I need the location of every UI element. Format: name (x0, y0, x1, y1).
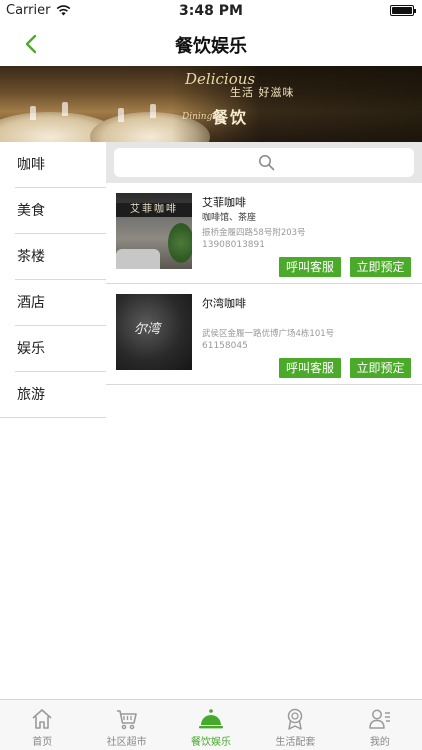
shop-photo: 艾菲咖啡 (116, 193, 192, 269)
banner-glass-graphic (118, 108, 124, 122)
search-bar (106, 142, 422, 183)
tab-label: 我的 (369, 737, 390, 748)
book-now-button[interactable]: 立即预定 (350, 358, 411, 378)
tab-mine[interactable]: 我的 (338, 700, 422, 750)
battery-icon (390, 5, 416, 16)
shop-list-item[interactable]: 艾菲咖啡 艾菲咖啡 咖啡馆、茶座 振桥金履四路58号附203号 13908013… (106, 183, 422, 284)
profile-icon (369, 709, 390, 729)
category-item-teahouse[interactable]: 茶楼 (0, 234, 106, 280)
cart-icon (116, 710, 137, 730)
search-icon (259, 155, 275, 171)
shop-phone: 13908013891 (202, 240, 265, 250)
nav-bar: 餐饮娱乐 (0, 22, 422, 66)
banner-tagline: 生活 好滋味 (230, 86, 295, 99)
tab-label: 餐饮娱乐 (191, 737, 232, 748)
banner-image: Delicious 生活 好滋味 Dining 餐饮 (0, 66, 422, 142)
shop-photo-car (116, 249, 160, 269)
shop-photo-logo: 尔湾 (134, 322, 161, 337)
tab-dining-entertainment[interactable]: 餐饮娱乐 (169, 700, 253, 750)
category-item-hotel[interactable]: 酒店 (0, 280, 106, 326)
shop-photo-tree (168, 223, 192, 263)
call-service-button[interactable]: 呼叫客服 (279, 358, 341, 378)
shop-name: 尔湾咖啡 (202, 297, 246, 310)
tab-label: 社区超市 (106, 737, 147, 748)
shop-photo: 尔湾 (116, 294, 192, 370)
tab-life-services[interactable]: 生活配套 (253, 700, 337, 750)
book-now-button[interactable]: 立即预定 (350, 257, 411, 277)
category-item-food[interactable]: 美食 (0, 188, 106, 234)
search-input[interactable] (114, 148, 414, 177)
banner-dining-text: Dining (182, 112, 213, 122)
shop-address: 武侯区金履一路优博广场4栋101号 (202, 329, 335, 339)
category-item-coffee[interactable]: 咖啡 (0, 142, 106, 188)
tab-bar: 首页 社区超市 餐饮娱乐 生活配套 我的 (0, 699, 422, 750)
call-service-button[interactable]: 呼叫客服 (279, 257, 341, 277)
shop-tags: 咖啡馆、茶座 (202, 213, 257, 223)
banner-glass-graphic (62, 102, 68, 116)
shop-list-item[interactable]: 尔湾 尔湾咖啡 武侯区金履一路优博广场4栋101号 61158045 呼叫客服 … (106, 284, 422, 385)
status-time: 3:48 PM (179, 3, 243, 19)
home-icon (32, 709, 52, 729)
tab-community-market[interactable]: 社区超市 (84, 700, 168, 750)
shop-photo-sign: 艾菲咖啡 (116, 203, 192, 217)
tab-label: 生活配套 (275, 737, 316, 748)
banner-glass-graphic (150, 104, 156, 118)
category-item-travel[interactable]: 旅游 (0, 372, 106, 418)
category-menu: 咖啡 美食 茶楼 酒店 娱乐 旅游 (0, 142, 106, 418)
dish-cover-icon (199, 709, 224, 729)
shop-name: 艾菲咖啡 (202, 196, 246, 209)
tab-label: 首页 (32, 737, 53, 748)
banner-chinese-text: 餐饮 (212, 108, 249, 127)
category-item-entertainment[interactable]: 娱乐 (0, 326, 106, 372)
badge-icon (288, 708, 303, 730)
tab-home[interactable]: 首页 (0, 700, 84, 750)
shop-list-panel: 艾菲咖啡 艾菲咖啡 咖啡馆、茶座 振桥金履四路58号附203号 13908013… (106, 142, 422, 698)
shop-address: 振桥金履四路58号附203号 (202, 228, 306, 238)
status-bar: Carrier 3:48 PM (0, 0, 422, 22)
shop-phone: 61158045 (202, 341, 248, 351)
banner-glass-graphic (30, 106, 36, 120)
page-title: 餐饮娱乐 (175, 36, 247, 57)
